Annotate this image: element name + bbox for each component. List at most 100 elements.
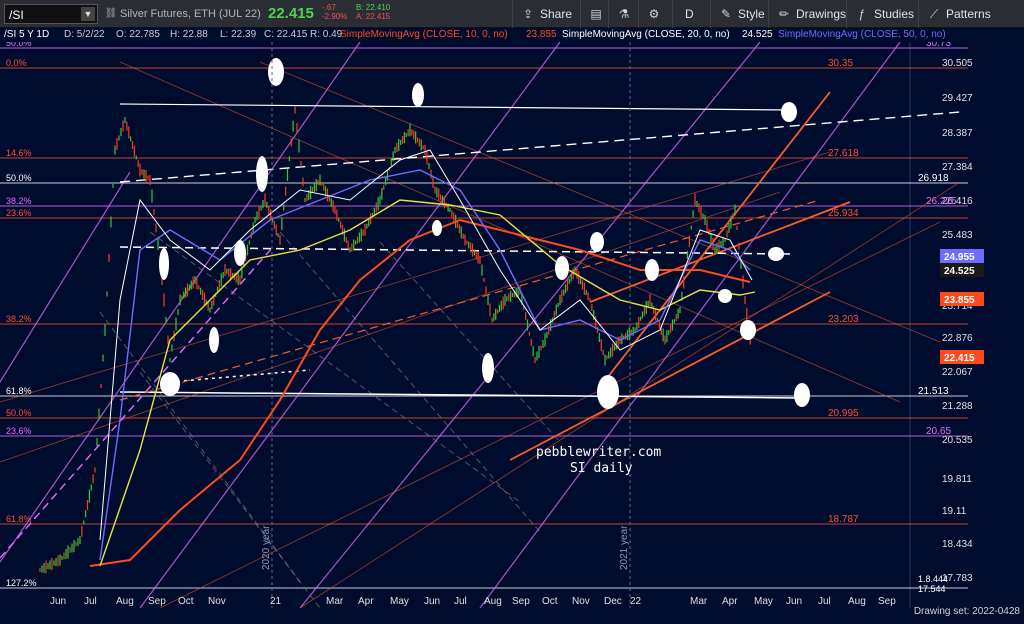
date-axis-label: Oct — [178, 596, 194, 607]
candle — [434, 186, 436, 194]
candle — [536, 351, 538, 361]
candle — [470, 242, 472, 253]
candle — [602, 350, 604, 355]
candle — [59, 554, 61, 566]
candle — [139, 163, 141, 177]
date-axis-label: Jul — [84, 596, 97, 607]
candle — [643, 306, 645, 317]
fib-level-value: 18.787 — [828, 514, 859, 525]
channel-line — [139, 42, 561, 608]
candle — [188, 284, 190, 291]
symbol-input[interactable]: /SI ▼ — [4, 4, 98, 24]
print-button[interactable]: ▤ — [580, 0, 603, 28]
net-change: -.67 -2.90% — [322, 3, 348, 21]
candle — [418, 138, 420, 147]
date-axis-label: Jun — [786, 596, 803, 607]
date-axis-label: Jun — [50, 596, 67, 607]
candle — [383, 185, 385, 190]
candle — [273, 221, 275, 229]
candle — [690, 225, 692, 230]
candle — [330, 198, 332, 207]
candle — [55, 558, 57, 566]
patterns-button[interactable]: ⟋ Patterns — [918, 0, 991, 28]
candle — [120, 128, 122, 136]
drawings-button[interactable]: ✏ Drawings — [768, 0, 846, 28]
candle — [300, 161, 302, 167]
candle — [118, 135, 120, 141]
candle — [141, 169, 143, 175]
candle — [41, 565, 43, 573]
candle — [468, 241, 470, 249]
candle — [147, 175, 149, 181]
date-axis-label: Oct — [542, 596, 558, 607]
candle — [302, 177, 304, 187]
candle — [645, 301, 647, 314]
candle — [343, 228, 345, 242]
candle — [86, 500, 89, 510]
settings-button[interactable]: ⚙ — [638, 0, 661, 28]
chart-toolbar: /SI ▼ ⛓ Silver Futures, ETH (JUL 22) 22.… — [0, 0, 1024, 28]
style-button[interactable]: ✎ Style — [710, 0, 765, 28]
studies-button[interactable]: ƒ Studies — [846, 0, 914, 28]
candle — [638, 317, 640, 328]
candle — [122, 120, 124, 132]
fib-level-value: 23.203 — [828, 314, 859, 325]
candle — [94, 467, 96, 473]
bar-high: H: 22.88 — [170, 29, 208, 40]
candle — [548, 325, 550, 335]
price-axis-label: 22.067 — [942, 367, 973, 378]
candle — [130, 136, 132, 142]
candle — [323, 184, 325, 191]
candle — [262, 200, 264, 208]
price-axis-label: 27.384 — [942, 162, 973, 173]
symbol-dropdown-icon[interactable]: ▼ — [81, 7, 95, 21]
candle — [349, 247, 351, 253]
channel-line — [299, 42, 761, 608]
fib-level-value: 27.618 — [828, 148, 859, 159]
candle — [151, 189, 153, 203]
candle — [258, 206, 260, 218]
candle — [377, 197, 379, 211]
link-icon[interactable]: ⛓ — [104, 7, 118, 21]
candle — [732, 213, 734, 219]
flask-icon: ⚗ — [618, 7, 630, 21]
chart-canvas[interactable]: 30.50529.42728.38727.38426.41625.48324.5… — [0, 42, 1024, 608]
candle — [407, 129, 409, 136]
candle — [670, 324, 672, 333]
candle — [570, 273, 572, 282]
candle — [610, 347, 612, 358]
candle — [400, 140, 402, 145]
candle — [420, 139, 422, 151]
candle — [415, 131, 417, 144]
price-chart[interactable]: 30.50529.42728.38727.38426.41625.48324.5… — [0, 42, 1024, 608]
trend-line-thin — [259, 61, 941, 343]
candle — [268, 205, 270, 215]
candle — [294, 106, 296, 114]
candle — [362, 229, 364, 236]
candle — [83, 520, 85, 525]
candle — [51, 558, 53, 570]
candle — [481, 264, 483, 276]
candle — [53, 560, 55, 566]
candle — [126, 121, 128, 131]
sma20-value: 24.525 — [742, 29, 773, 40]
candle — [226, 268, 228, 274]
date-axis-label: 22 — [630, 596, 642, 607]
candle — [283, 204, 285, 211]
candle — [546, 332, 548, 338]
candle — [526, 319, 529, 331]
date-axis-label: Jun — [424, 596, 441, 607]
share-button[interactable]: ⇪ Share — [512, 0, 572, 28]
bid-ask: B: 22.410 A: 22.415 — [356, 3, 391, 21]
flask-button[interactable]: ⚗ — [608, 0, 631, 28]
candle — [426, 151, 428, 165]
bar-range: R: 0.49 — [310, 29, 343, 40]
price-axis-label: 29.427 — [942, 93, 973, 104]
price-axis-label: 22.876 — [942, 333, 973, 344]
candle — [248, 240, 250, 245]
candle — [149, 175, 151, 185]
pivot-marker — [234, 240, 246, 266]
candle — [288, 156, 290, 162]
candle — [702, 213, 704, 219]
period-button[interactable]: D — [672, 0, 694, 28]
